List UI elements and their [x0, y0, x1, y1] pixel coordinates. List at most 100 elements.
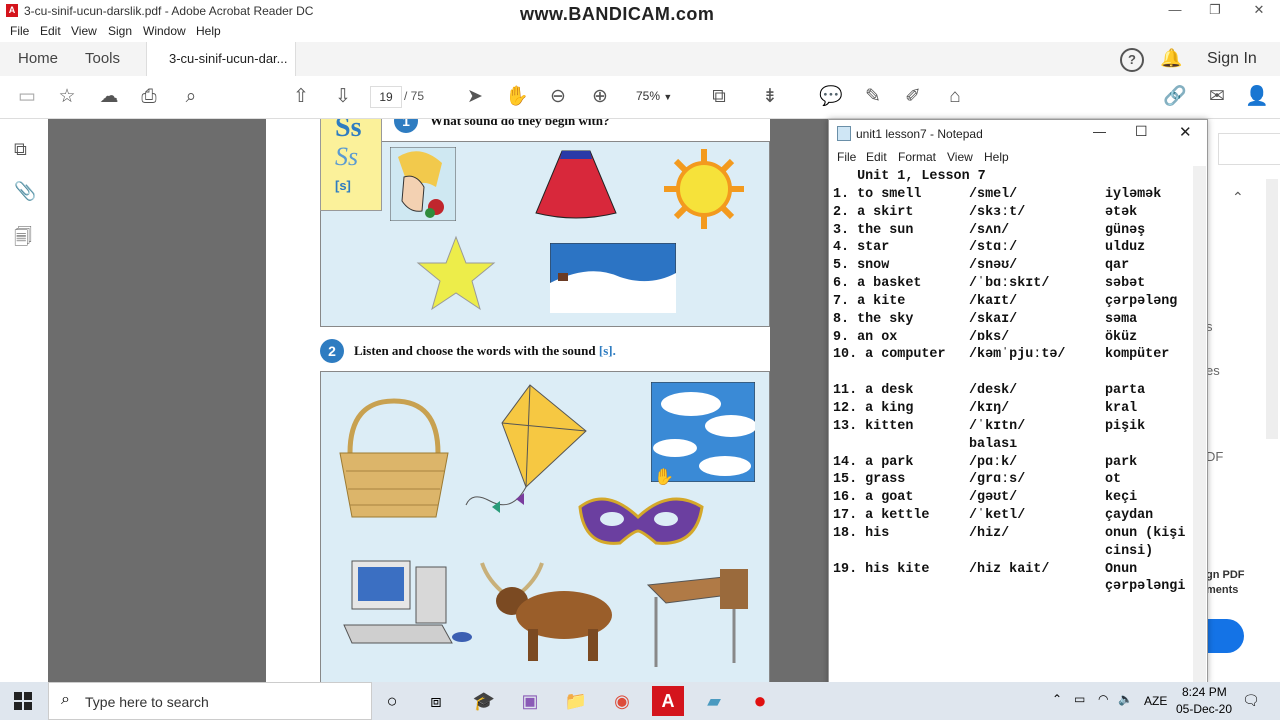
- attachment-icon[interactable]: 📎: [14, 181, 36, 202]
- menu-window[interactable]: Window: [143, 24, 186, 38]
- page-up-icon[interactable]: ⇧: [288, 84, 314, 110]
- tab-document[interactable]: 3-cu-sinif-ucun-dar...: [146, 42, 296, 77]
- notepad-line: 12. a king/kɪŋ/kral: [833, 400, 1195, 418]
- highlight-pen-icon[interactable]: ✎: [860, 84, 886, 110]
- notepad-minimize-button[interactable]: —: [1093, 124, 1106, 139]
- battery-icon[interactable]: ▭: [1074, 692, 1085, 706]
- notepad-ipa: /gəʊt/: [969, 490, 1018, 506]
- sign-in-button[interactable]: Sign In: [1207, 42, 1257, 76]
- notepad-ipa: /desk/: [969, 383, 1018, 399]
- notepad-ipa: /kəmˈpjuːtə/: [969, 347, 1066, 363]
- right-pane-action-button[interactable]: [1206, 619, 1244, 653]
- chrome-icon[interactable]: ◉: [606, 686, 638, 716]
- bandicam-record-icon[interactable]: ●: [744, 686, 776, 716]
- notepad-line: 9. an ox/ɒks/öküz: [833, 329, 1195, 347]
- language-indicator[interactable]: AZE: [1144, 694, 1167, 708]
- tag-icon[interactable]: ⌂: [942, 84, 968, 110]
- minimize-button[interactable]: —: [1160, 2, 1190, 20]
- notepad-line: 7. a kite/kaɪt/çərpələng: [833, 293, 1195, 311]
- notifications-icon[interactable]: 🗨: [1242, 692, 1260, 709]
- comment-icon[interactable]: 💬: [818, 84, 844, 110]
- acrobat-taskbar-icon[interactable]: A: [652, 686, 684, 716]
- window-title: 3-cu-sinif-ucun-darslik.pdf - Adobe Acro…: [24, 4, 314, 18]
- close-button[interactable]: ✕: [1244, 2, 1274, 20]
- notepad-ipa: /snəʊ/: [969, 258, 1018, 274]
- notepad-close-button[interactable]: ✕: [1179, 123, 1192, 141]
- collapse-icon[interactable]: ⌃: [1232, 189, 1244, 206]
- zoom-in-icon[interactable]: ⊕: [587, 84, 613, 110]
- cortana-icon[interactable]: ○: [376, 686, 408, 716]
- notepad-menu-help[interactable]: Help: [984, 150, 1009, 164]
- tray-chevron-icon[interactable]: ⌃: [1052, 692, 1062, 706]
- menu-file[interactable]: File: [10, 24, 29, 38]
- page-number-input[interactable]: 19: [370, 86, 402, 108]
- fit-page-icon[interactable]: ⧉: [706, 84, 732, 110]
- menu-view[interactable]: View: [71, 24, 97, 38]
- notepad-maximize-button[interactable]: ☐: [1135, 123, 1148, 140]
- pdf-page[interactable]: Ss Ss [s] 1 What sound do they begin wit…: [266, 119, 770, 682]
- zoom-select[interactable]: 75% ▼: [624, 86, 686, 106]
- clock-time[interactable]: 8:24 PM: [1182, 685, 1227, 699]
- notepad-translation: Onun: [1105, 561, 1138, 577]
- notepad-ipa: /skaɪ/: [969, 311, 1018, 327]
- notepad-ipa: balası: [969, 436, 1018, 452]
- bell-icon[interactable]: 🔔: [1160, 48, 1182, 69]
- share-link-icon[interactable]: 🔗: [1162, 84, 1188, 110]
- file-explorer-icon[interactable]: 📁: [560, 686, 592, 716]
- page-down-icon[interactable]: ⇩: [330, 84, 356, 110]
- taskbar-search-box[interactable]: ⌕ Type here to search: [48, 682, 372, 720]
- right-pane-ments: ments: [1206, 584, 1239, 596]
- tab-home[interactable]: Home: [18, 42, 58, 76]
- draw-icon[interactable]: ✐: [900, 84, 926, 110]
- right-pane-scrollbar[interactable]: [1266, 179, 1278, 439]
- notepad-word: 8. the sky: [833, 311, 914, 327]
- notepad-word: 15. grass: [833, 472, 906, 488]
- clock-date[interactable]: 05-Dec-20: [1176, 702, 1232, 716]
- select-arrow-icon[interactable]: ➤: [462, 84, 488, 110]
- notepad-titlebar: unit1 lesson7 - Notepad — ☐ ✕: [829, 120, 1207, 148]
- volume-icon[interactable]: 🔈: [1118, 692, 1133, 706]
- wifi-icon[interactable]: ◠: [1098, 692, 1108, 706]
- skirt-illustration: [535, 150, 617, 219]
- notepad-menu-format[interactable]: Format: [898, 150, 936, 164]
- exercise2-title-text: Listen and choose the words with the sou…: [354, 343, 599, 358]
- notepad-taskbar-icon[interactable]: ▰: [698, 686, 730, 716]
- help-icon[interactable]: ?: [1120, 48, 1144, 72]
- star-illustration: [416, 235, 496, 311]
- exercise1-title: What sound do they begin with?: [430, 119, 610, 128]
- notepad-menu-edit[interactable]: Edit: [866, 150, 887, 164]
- notepad-window: unit1 lesson7 - Notepad — ☐ ✕ File Edit …: [828, 119, 1208, 684]
- hand-tool-icon[interactable]: ✋: [504, 84, 530, 110]
- menu-edit[interactable]: Edit: [40, 24, 61, 38]
- print-icon[interactable]: ⎙: [136, 84, 162, 110]
- upload-cloud-icon[interactable]: ☁: [96, 84, 122, 110]
- notepad-translation: keçi: [1105, 490, 1138, 506]
- menu-help[interactable]: Help: [196, 24, 221, 38]
- scroll-mode-icon[interactable]: ⇟: [757, 84, 783, 110]
- windows-start-icon[interactable]: [14, 692, 32, 710]
- notepad-line: 3. the sun/sʌn/günəş: [833, 222, 1195, 240]
- video-editor-icon[interactable]: ▣: [514, 686, 546, 716]
- maximize-button[interactable]: ❐: [1200, 2, 1230, 20]
- notepad-word: 2. a skirt: [833, 204, 914, 220]
- search-icon[interactable]: ⌕: [178, 84, 204, 110]
- pages-thumbnail-icon[interactable]: ⧉: [14, 139, 27, 160]
- notepad-menu-file[interactable]: File: [837, 150, 856, 164]
- layers-icon[interactable]: 🗐: [14, 225, 32, 255]
- notepad-translation: günəş: [1105, 222, 1146, 238]
- save-icon[interactable]: ▭: [14, 84, 40, 110]
- notepad-word: 16. a goat: [833, 490, 914, 506]
- menu-sign[interactable]: Sign: [108, 24, 132, 38]
- add-user-icon[interactable]: 👤: [1244, 84, 1270, 110]
- right-pane-search[interactable]: [1218, 133, 1280, 165]
- tab-tools[interactable]: Tools: [85, 42, 120, 76]
- notepad-menu-view[interactable]: View: [947, 150, 973, 164]
- notepad-text-area[interactable]: Unit 1, Lesson 7 1. to smell/smel/iyləmək…: [833, 168, 1195, 680]
- notepad-scrollbar[interactable]: [1193, 166, 1206, 682]
- bookmark-star-icon[interactable]: ☆: [54, 84, 80, 110]
- learning-app-icon[interactable]: 🎓: [468, 686, 500, 716]
- zoom-out-icon[interactable]: ⊖: [545, 84, 571, 110]
- email-icon[interactable]: ✉: [1204, 84, 1230, 110]
- task-view-icon[interactable]: ⧈: [420, 686, 452, 716]
- ox-illustration: [480, 562, 612, 661]
